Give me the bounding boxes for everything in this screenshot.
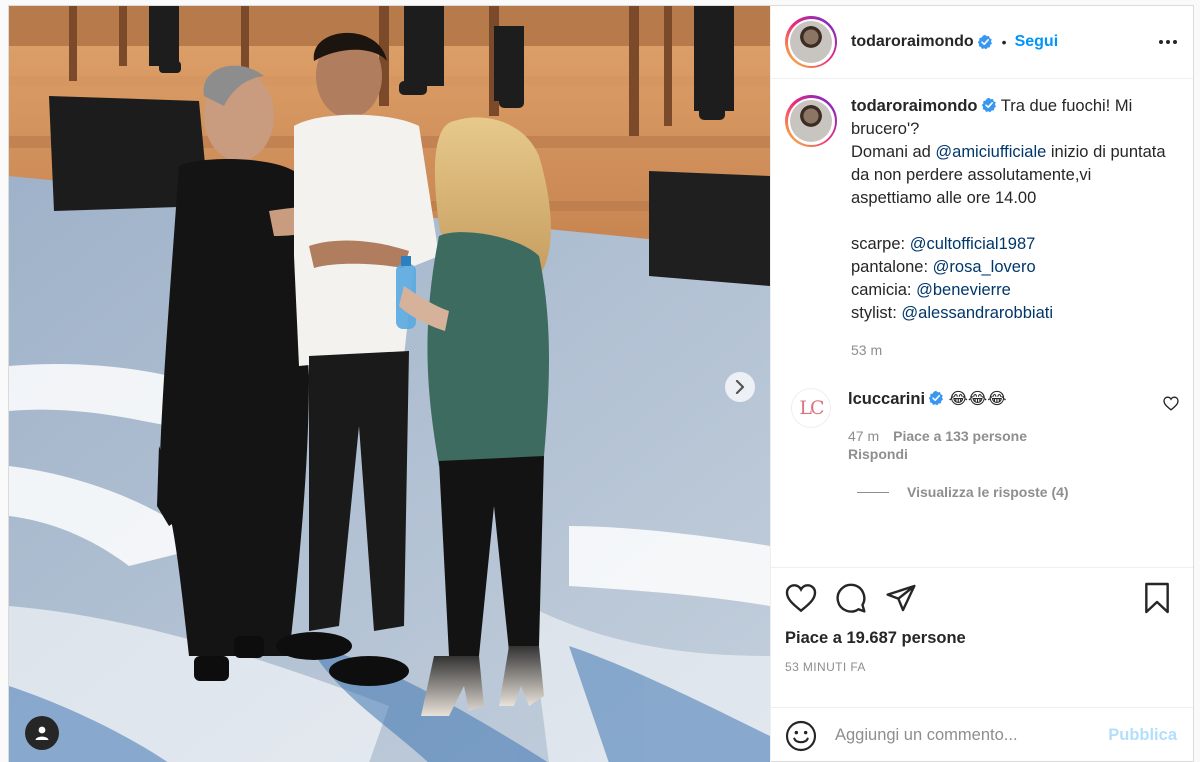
verified-badge-icon [981,97,996,113]
comment-button[interactable] [835,582,867,614]
post-caption: todaroraimondo Tra due fuochi! Mi brucer… [785,95,1177,362]
caption-username[interactable]: todaroraimondo [851,97,978,115]
comment-likes[interactable]: Piace a 133 persone [893,428,1027,444]
mention-link[interactable]: @benevierre [916,281,1011,299]
likes-count[interactable]: Piace a 19.687 persone [785,629,1177,648]
view-replies-label: Visualizza le risposte (4) [907,484,1069,500]
verified-badge-icon [977,34,992,50]
mention-link[interactable]: @amiciufficiale [935,143,1046,161]
follow-button[interactable]: Segui [1015,33,1059,51]
stage-photo-illustration [9,6,770,762]
post-dialog: todaroraimondo • Segui todaroraimondo Tr… [8,5,1194,762]
credit-label: camicia: [851,281,917,299]
chevron-right-icon [735,380,745,394]
verified-badge-icon [928,390,944,406]
author-avatar[interactable] [785,16,837,68]
comment-heart-icon[interactable] [1163,396,1179,411]
caption-text-2: Domani ad [851,143,936,161]
credit-label: stylist: [851,304,902,322]
post-photo[interactable] [9,6,770,762]
post-timestamp[interactable]: 53 MINUTI FA [785,660,1177,674]
post-actions: Piace a 19.687 persone 53 MINUTI FA [771,567,1193,707]
caption-avatar[interactable] [785,95,837,147]
comment-icon [836,583,866,613]
heart-icon [785,584,817,613]
commenter-avatar[interactable]: LC [791,388,831,428]
next-photo-button[interactable] [725,372,755,402]
post-header: todaroraimondo • Segui [771,6,1193,79]
caption-timestamp[interactable]: 53 m [851,339,1171,362]
save-button[interactable] [1143,582,1171,614]
credit-label: pantalone: [851,258,933,276]
publish-button[interactable]: Pubblica [1108,726,1177,745]
like-button[interactable] [785,583,817,613]
share-icon [886,584,916,612]
emoji-button[interactable] [785,720,817,752]
comment-timestamp[interactable]: 47 m [848,428,879,444]
commenter-username[interactable]: lcuccarini [848,390,925,408]
comment-input[interactable] [835,726,1099,745]
bookmark-icon [1145,582,1169,614]
mention-link[interactable]: @cultofficial1987 [910,235,1036,253]
comments-section[interactable]: todaroraimondo Tra due fuochi! Mi brucer… [771,79,1193,567]
comment-text: 😂😂😂 [948,390,1007,408]
mention-link[interactable]: @rosa_lovero [933,258,1036,276]
mention-link[interactable]: @alessandrarobbiati [901,304,1053,322]
credit-label: scarpe: [851,235,910,253]
reply-button[interactable]: Rispondi [848,446,1148,462]
user-tag-icon [35,726,49,740]
share-button[interactable] [885,582,917,614]
comment-item: LC lcuccarini 😂😂😂 47 m Piace a 133 perso… [785,388,1179,462]
author-username[interactable]: todaroraimondo [851,33,974,51]
user-tag-button[interactable] [25,716,59,750]
more-options-icon[interactable] [1159,40,1177,44]
view-replies-button[interactable]: Visualizza le risposte (4) [857,484,1177,500]
separator-dot: • [1001,34,1007,50]
post-details-panel: todaroraimondo • Segui todaroraimondo Tr… [770,6,1193,762]
emoji-icon [785,720,817,751]
add-comment-bar: Pubblica [771,707,1193,762]
